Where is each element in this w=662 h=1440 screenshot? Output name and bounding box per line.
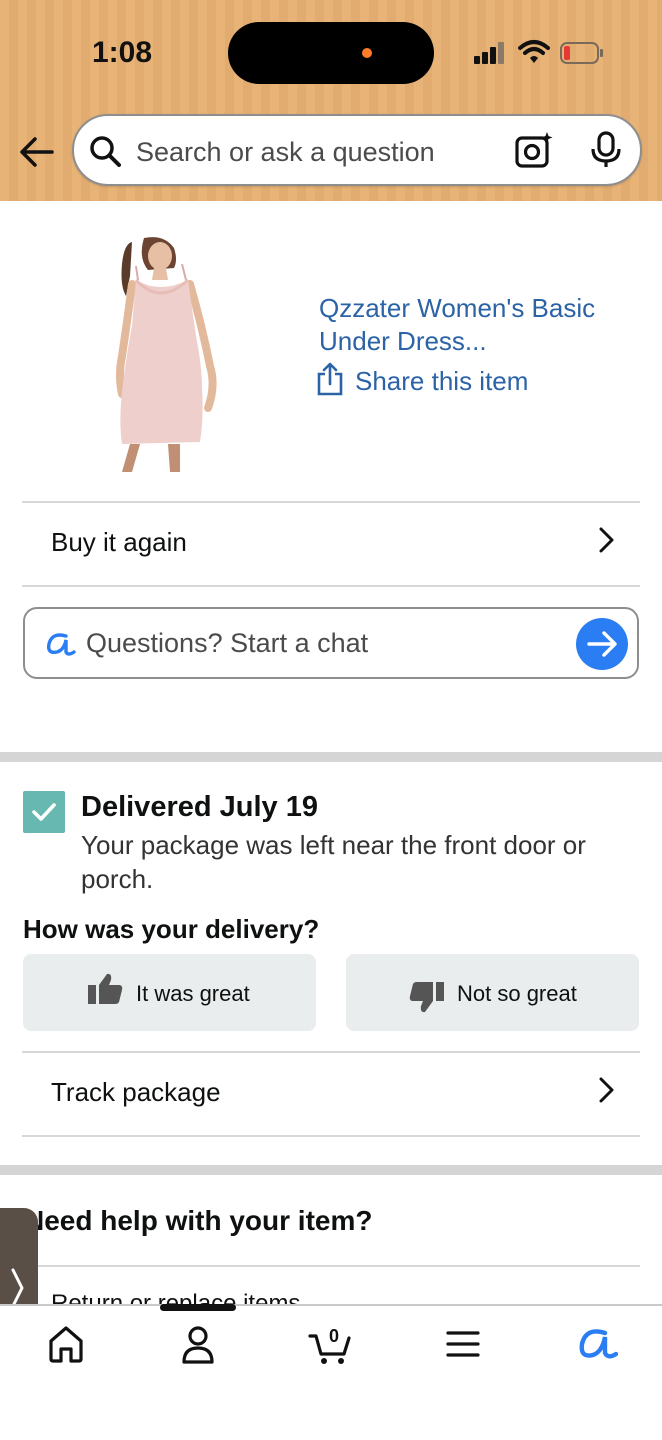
delivery-status-description: Your package was left near the front doo… — [81, 830, 586, 894]
divider — [22, 1051, 640, 1053]
product-title-line-1[interactable]: Qzzater Women's Basic — [319, 292, 629, 325]
delivery-status-title: Delivered July 19 — [81, 791, 318, 823]
microphone-icon[interactable] — [588, 130, 624, 170]
arrow-left-icon[interactable] — [18, 131, 56, 173]
rufus-ai-icon — [46, 633, 76, 656]
battery-low-icon — [560, 42, 603, 64]
share-icon[interactable] — [316, 362, 344, 396]
chevron-right-icon[interactable] — [596, 1076, 616, 1104]
rufus-ai-icon[interactable] — [574, 1322, 618, 1366]
dynamic-island — [228, 22, 434, 84]
positive-feedback-label[interactable]: It was great — [136, 981, 250, 1007]
section-separator — [0, 1165, 662, 1175]
share-item-link[interactable]: Share this item — [355, 366, 528, 397]
home-icon[interactable] — [44, 1322, 88, 1366]
divider — [22, 585, 640, 587]
product-title-line-2[interactable]: Under Dress... — [319, 325, 629, 358]
recording-indicator-dot — [362, 48, 372, 58]
divider — [22, 501, 640, 503]
thumbs-up-icon — [88, 973, 123, 1004]
cart-icon[interactable]: 0 — [308, 1322, 352, 1366]
status-time: 1:08 — [92, 36, 153, 69]
search-icon — [90, 136, 121, 167]
track-package-link[interactable]: Track package — [51, 1077, 221, 1108]
buy-it-again-link[interactable]: Buy it again — [51, 527, 187, 558]
wifi-icon — [518, 40, 550, 63]
camera-lens-icon[interactable] — [514, 130, 554, 170]
arrow-right-icon — [587, 631, 617, 657]
delivery-feedback-question: How was your delivery? — [23, 914, 320, 944]
hamburger-icon[interactable] — [441, 1322, 485, 1366]
help-section-title: Need help with your item? — [24, 1205, 373, 1236]
delivered-check-icon — [23, 791, 65, 833]
search-input[interactable]: Search or ask a question — [136, 137, 435, 168]
chevron-right-icon[interactable] — [596, 526, 616, 554]
thumbs-down-icon — [409, 982, 444, 1013]
chat-input[interactable]: Questions? Start a chat — [86, 628, 368, 659]
chat-send-button[interactable] — [576, 618, 628, 670]
person-icon[interactable] — [176, 1322, 220, 1366]
cart-count: 0 — [329, 1326, 339, 1346]
product-image[interactable] — [92, 236, 232, 474]
section-separator — [0, 752, 662, 762]
negative-feedback-label[interactable]: Not so great — [457, 981, 577, 1007]
home-indicator — [160, 1304, 236, 1311]
divider — [22, 1135, 640, 1137]
divider — [22, 1265, 640, 1267]
signal-icon — [474, 42, 508, 64]
product-title[interactable]: Qzzater Women's Basic Under Dress... — [319, 292, 629, 358]
